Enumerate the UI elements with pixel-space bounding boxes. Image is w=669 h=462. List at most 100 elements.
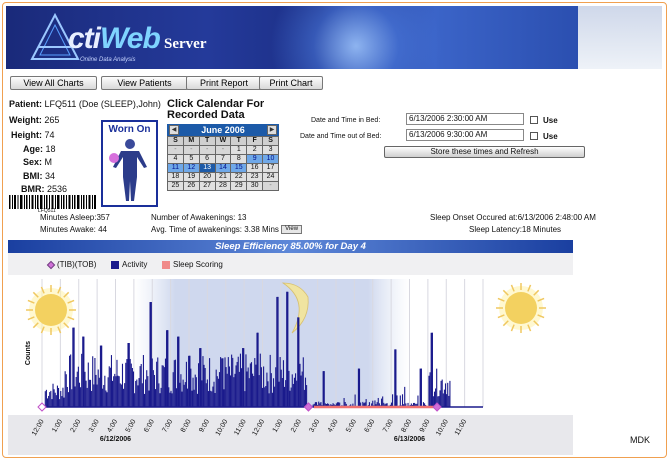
activity-peak-bar <box>177 336 180 407</box>
view-awakenings-button[interactable]: View <box>281 225 303 235</box>
calendar-day[interactable]: 25 <box>167 181 184 191</box>
print-chart-button[interactable]: Print Chart <box>259 76 323 90</box>
activity-peak-bar <box>256 332 259 407</box>
view-all-charts-button[interactable]: View All Charts <box>10 76 97 90</box>
store-times-button[interactable]: Store these times and Refresh <box>384 146 585 158</box>
calendar-day[interactable]: 17 <box>262 163 279 173</box>
activity-bar <box>296 380 298 407</box>
activity-bar <box>98 377 100 407</box>
calendar-next-button[interactable]: ▶ <box>267 125 277 135</box>
activity-bar <box>48 395 50 407</box>
calendar-day: - <box>182 145 200 155</box>
activity-bar <box>215 369 217 407</box>
calendar-day[interactable]: 22 <box>230 172 248 182</box>
calendar-day[interactable]: 3 <box>262 145 279 155</box>
activity-bar <box>141 383 143 407</box>
activity-peak-bar <box>73 327 75 407</box>
calendar-day[interactable]: 6 <box>198 154 216 164</box>
activity-bar <box>186 388 189 407</box>
brand-name: ctiWeb <box>68 22 161 56</box>
calendar-day[interactable]: 29 <box>230 181 248 191</box>
activity-bar <box>116 359 118 407</box>
activity-bar <box>258 375 260 407</box>
activity-bar <box>252 373 254 407</box>
calendar-day[interactable]: 12 <box>182 163 200 173</box>
activity-bar <box>60 391 62 407</box>
calendar-day[interactable]: 26 <box>182 181 200 191</box>
activity-bar <box>227 357 229 407</box>
activity-bar <box>283 386 286 407</box>
print-report-button[interactable]: Print Report <box>186 76 262 90</box>
activity-bar <box>429 372 431 407</box>
activity-bar <box>92 356 94 407</box>
brand-server: Server <box>164 36 207 52</box>
activity-bar <box>198 363 200 407</box>
number-of-awakenings: Number of Awakenings: 13 <box>151 213 247 222</box>
in-bed-use-checkbox[interactable] <box>530 116 538 124</box>
calendar-day: - <box>167 145 184 155</box>
calendar-day[interactable]: 24 <box>262 172 279 182</box>
activity-bar <box>226 373 228 407</box>
calendar-day[interactable]: 20 <box>198 172 216 182</box>
activity-bar <box>306 385 308 407</box>
activity-bar <box>249 363 251 407</box>
activity-bar <box>206 379 208 407</box>
out-bed-input[interactable]: 6/13/2006 9:30:00 AM <box>406 129 524 141</box>
activity-bar <box>289 390 291 407</box>
calendar-day[interactable]: 27 <box>198 181 216 191</box>
calendar-day[interactable]: 15 <box>230 163 248 173</box>
activity-bar <box>169 392 171 407</box>
worn-on-title: Worn On <box>108 124 151 135</box>
sleep-scoring-swatch-icon <box>162 260 170 269</box>
activity-bar <box>120 384 122 407</box>
activity-bar <box>246 371 248 407</box>
activity-bar <box>181 391 183 407</box>
activity-bar <box>174 359 176 407</box>
calendar-day[interactable]: 23 <box>246 172 264 182</box>
activity-bar <box>354 394 356 407</box>
calendar-day[interactable]: 7 <box>214 154 232 164</box>
calendar-day[interactable]: 18 <box>167 172 184 182</box>
calendar-prev-button[interactable]: ◀ <box>169 125 179 135</box>
calendar-day[interactable]: 21 <box>214 172 232 182</box>
calendar-day[interactable]: 16 <box>246 163 264 173</box>
weight-label: Weight: <box>9 115 42 125</box>
activity-bar <box>44 391 46 407</box>
calendar-day[interactable]: 19 <box>182 172 200 182</box>
activity-bar <box>247 367 249 407</box>
header-banner: ctiWeb Server Online Data Analysis <box>6 6 578 69</box>
activity-peak-bar <box>420 368 422 407</box>
activity-bar <box>234 373 236 407</box>
bmr-value: 2536 <box>47 184 68 194</box>
activity-bar <box>255 364 257 407</box>
activity-bar <box>124 383 126 407</box>
calendar-day[interactable]: 14 <box>214 163 232 173</box>
activity-bar <box>210 390 212 407</box>
activity-bar <box>268 393 270 407</box>
calendar-day[interactable]: 9 <box>246 154 264 164</box>
out-bed-use-checkbox[interactable] <box>530 132 538 140</box>
activity-bar <box>63 397 65 407</box>
calendar-day[interactable]: 1 <box>230 145 248 155</box>
activity-bar <box>301 371 303 407</box>
activity-bar <box>201 380 203 407</box>
activity-bar <box>139 366 141 407</box>
calendar-day[interactable]: 30 <box>246 181 264 191</box>
calendar-day[interactable]: 5 <box>182 154 200 164</box>
in-bed-input[interactable]: 6/13/2006 2:30:00 AM <box>406 113 524 125</box>
calendar-day[interactable]: 8 <box>230 154 248 164</box>
calendar-day[interactable]: 4 <box>167 154 184 164</box>
view-patients-button[interactable]: View Patients <box>101 76 188 90</box>
calendar-day[interactable]: 10 <box>262 154 279 164</box>
activity-bar <box>161 365 163 407</box>
calendar-weekday: S <box>167 136 184 146</box>
activity-bar <box>194 374 196 407</box>
calendar-day[interactable]: 28 <box>214 181 232 191</box>
activity-bar <box>447 382 449 407</box>
calendar-day[interactable]: 13 <box>198 163 216 173</box>
activity-bar <box>112 380 114 407</box>
calendar-day[interactable]: 11 <box>167 163 184 173</box>
activity-bar <box>138 378 140 407</box>
activity-bar <box>303 389 305 407</box>
calendar-day[interactable]: 2 <box>246 145 264 155</box>
